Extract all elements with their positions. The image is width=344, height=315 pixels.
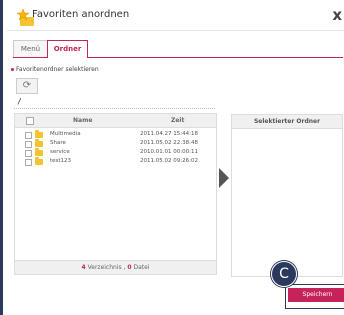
move-right-arrow-icon[interactable] [219,168,229,188]
callout-badge: C [271,261,297,287]
folder-icon [35,148,43,156]
folder-name[interactable]: Multimedia [50,131,81,137]
folder-icon [35,130,43,138]
folder-name[interactable]: service [50,149,70,155]
row-checkbox[interactable] [25,150,32,157]
row-checkbox[interactable] [25,132,32,139]
tab-bar: Menü Ordner [13,40,343,58]
divider [14,108,215,109]
refresh-button[interactable]: ⟳ [16,78,38,94]
folder-time: 2010.01.01 00:00:11 [140,149,198,155]
column-header-time: Zeit [171,117,185,124]
tab-menu[interactable]: Menü [13,40,48,57]
folder-time: 2011.05.02 22:38:48 [140,140,198,146]
section-label: Favoritenordner selektieren [11,66,99,73]
selected-folder-panel: Selektierter Ordner [231,114,343,277]
table-row[interactable]: Share 2011.05.02 22:38:48 [15,139,216,149]
selected-folder-header: Selektierter Ordner [232,115,342,129]
left-frame-bar [0,0,3,315]
folder-icon [35,139,43,147]
table-row[interactable]: test123 2011.05.02 09:26:02 [15,157,216,167]
select-all-checkbox[interactable] [26,117,34,125]
folder-list-header: Name Zeit [15,114,216,128]
file-label: Datei [131,264,150,271]
section-label-text: Favoritenordner selektieren [16,66,99,73]
save-button[interactable]: Speichern [288,288,344,302]
title-bar: Favoriten anordnen x [7,0,344,31]
folder-list-footer: 4 Verzeichnis , 0 Datei [15,260,216,274]
column-header-name: Name [73,117,93,124]
folder-name[interactable]: test123 [50,158,71,164]
folder-name[interactable]: Share [50,140,66,146]
bullet-icon [11,68,14,71]
folder-list-panel: Name Zeit Multimedia 2011.04.27 15:44:18… [14,113,217,275]
folder-icon [35,157,43,165]
current-path: / [17,97,22,106]
table-row[interactable]: Multimedia 2011.04.27 15:44:18 [15,130,216,140]
folder-time: 2011.05.02 09:26:02 [140,158,198,164]
dir-label: Verzeichnis , [85,264,128,271]
refresh-icon: ⟳ [22,80,32,91]
table-row[interactable]: service 2010.01.01 00:00:11 [15,148,216,158]
dialog-title: Favoriten anordnen [32,9,130,20]
close-icon[interactable]: x [332,6,342,24]
row-checkbox[interactable] [25,159,32,166]
tab-ordner[interactable]: Ordner [47,40,88,58]
folder-time: 2011.04.27 15:44:18 [140,131,198,137]
favorites-dialog: Favoriten anordnen x Menü Ordner Favorit… [7,0,344,315]
row-checkbox[interactable] [25,141,32,148]
